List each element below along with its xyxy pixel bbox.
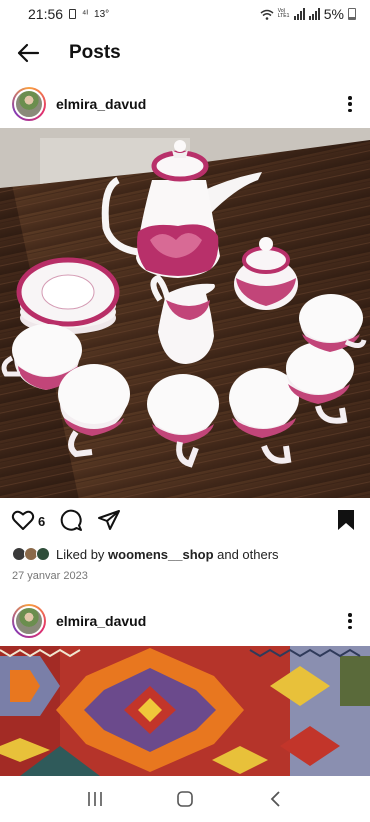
avatar-image <box>14 89 44 119</box>
avatar-image <box>14 606 44 636</box>
post-actions: 6 <box>0 504 370 538</box>
liker-avatar <box>36 547 50 561</box>
system-back-button[interactable] <box>255 779 295 819</box>
volte-label: Vo) LTE1 <box>277 8 290 19</box>
post-username[interactable]: elmira_davud <box>56 613 146 629</box>
like-count[interactable]: 6 <box>38 514 45 529</box>
recents-button[interactable] <box>75 779 115 819</box>
home-button[interactable] <box>165 779 205 819</box>
comment-icon <box>60 509 82 531</box>
post-header: elmira_davud <box>0 598 370 644</box>
battery-icon <box>348 8 356 20</box>
post-image[interactable] <box>0 646 370 776</box>
liked-by-suffix: and others <box>213 546 279 562</box>
heart-icon <box>11 510 35 530</box>
wifi-icon <box>260 9 274 20</box>
avatar[interactable] <box>12 87 46 121</box>
liked-by-avatars <box>12 547 50 561</box>
notification-icon <box>69 9 77 19</box>
arrow-left-icon <box>17 43 40 63</box>
battery-percent: 5% <box>323 6 344 22</box>
more-options-button[interactable] <box>344 608 356 634</box>
back-button[interactable] <box>0 30 56 76</box>
status-bar: 21:56 ⁴ᴵ 13° Vo) LTE1 5% <box>0 0 370 28</box>
signal-bars-2-icon <box>308 8 320 20</box>
like-button[interactable] <box>11 508 35 537</box>
comment-button[interactable] <box>59 508 83 537</box>
back-chevron-icon <box>270 791 280 807</box>
post-date: 27 yanvar 2023 <box>12 570 88 582</box>
status-time: 21:56 <box>28 6 64 22</box>
recents-icon <box>88 792 102 806</box>
avatar[interactable] <box>12 604 46 638</box>
kilim-rug-photo <box>0 646 370 776</box>
dot <box>348 102 352 106</box>
bookmark-icon <box>338 510 354 530</box>
app-header: Posts <box>0 30 370 76</box>
page-title: Posts <box>69 42 121 63</box>
save-button[interactable] <box>335 508 357 537</box>
dot <box>348 625 352 629</box>
post-image[interactable] <box>0 128 370 498</box>
more-options-button[interactable] <box>344 91 356 117</box>
status-left: 21:56 ⁴ᴵ 13° <box>28 6 109 22</box>
liked-by-prefix: Liked by <box>56 546 109 562</box>
status-temperature: 13° <box>94 8 110 20</box>
send-icon <box>98 510 120 530</box>
system-nav-bar <box>0 776 370 822</box>
post-header: elmira_davud <box>0 81 370 127</box>
dot <box>348 619 352 623</box>
dot <box>348 108 352 112</box>
home-icon <box>177 791 193 807</box>
tea-set-photo <box>0 128 370 498</box>
share-button[interactable] <box>97 508 121 537</box>
signal-bars-icon <box>293 8 305 20</box>
post-username[interactable]: elmira_davud <box>56 96 146 112</box>
liked-by[interactable]: Liked by woomens__shop and others <box>12 542 279 566</box>
liked-by-user[interactable]: woomens__shop <box>108 547 213 562</box>
more-vertical-icon <box>348 613 352 617</box>
status-right: Vo) LTE1 5% <box>260 6 356 22</box>
signal-small-icon: ⁴ᴵ <box>82 8 89 20</box>
more-vertical-icon <box>348 96 352 100</box>
